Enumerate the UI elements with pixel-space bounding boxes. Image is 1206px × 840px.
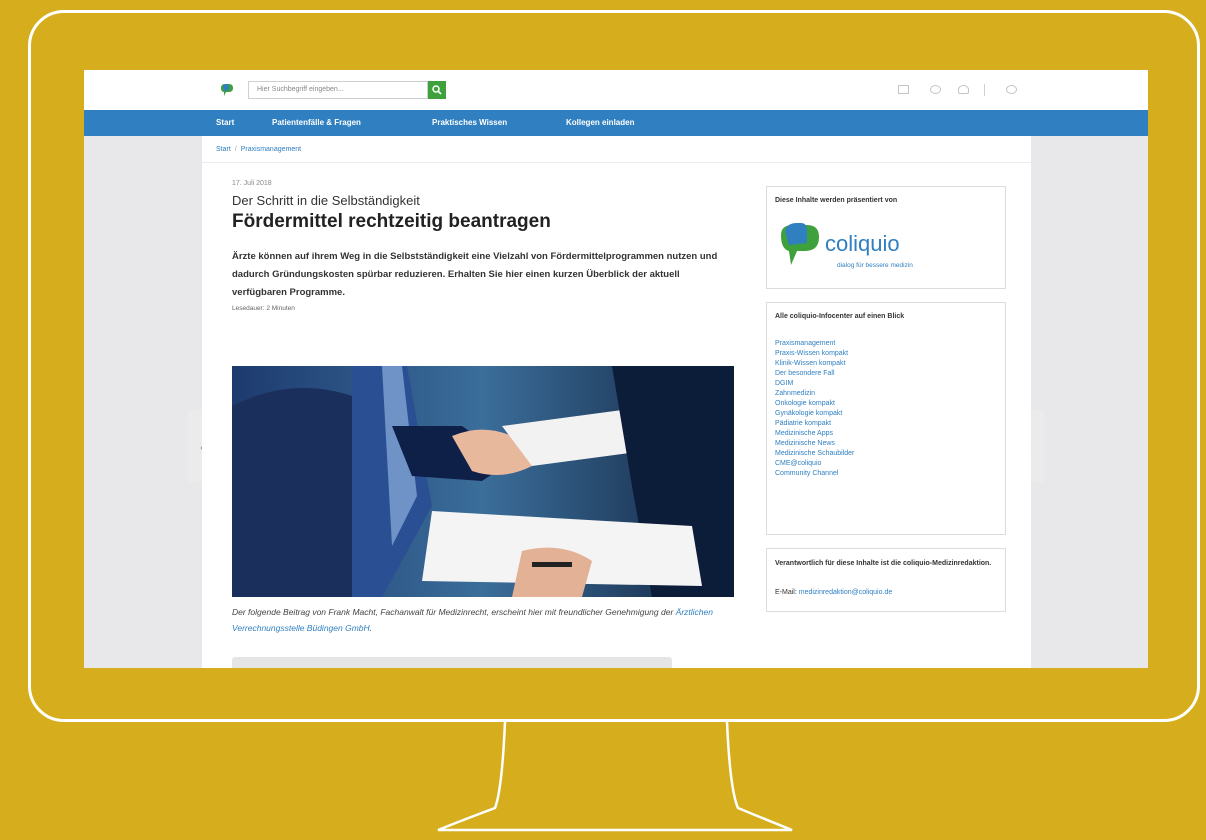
infocenter-link-list: Praxismanagement Praxis-Wissen kompakt K…	[775, 339, 854, 479]
article-card: Start / Praxismanagement 17. Juli 2018 Der…	[202, 136, 1031, 668]
infocenter-link[interactable]: Der besondere Fall	[775, 369, 854, 379]
article-kicker: Der Schritt in die Selbständigkeit	[232, 193, 420, 208]
responsible-text: Verantwortlich für diese Inhalte ist die…	[775, 560, 992, 567]
article-date: 17. Juli 2018	[232, 180, 272, 187]
settings-gear-icon[interactable]	[1006, 85, 1017, 94]
infocenter-box: Alle coliquio-Infocenter auf einen Blick…	[766, 302, 1006, 535]
image-caption: Der folgende Beitrag von Frank Macht, Fa…	[232, 604, 732, 636]
infocenter-link[interactable]: Gynäkologie kompakt	[775, 409, 854, 419]
responsible-box: Verantwortlich für diese Inhalte ist die…	[766, 548, 1006, 612]
infocenter-link[interactable]: CME@coliquio	[775, 459, 854, 469]
nav-item-kollegen-einladen[interactable]: Kollegen einladen	[566, 118, 634, 127]
coliquio-logo-large-icon[interactable]	[777, 221, 821, 269]
infocenter-link[interactable]: Onkologie kompakt	[775, 399, 854, 409]
search-icon	[432, 85, 442, 95]
breadcrumb-current[interactable]: Praxismanagement	[241, 146, 301, 153]
infocenter-link[interactable]: Praxismanagement	[775, 339, 854, 349]
notification-icon[interactable]	[930, 85, 941, 94]
read-time: Lesedauer: 2 Minuten	[232, 305, 295, 312]
infocenter-link[interactable]: Praxis-Wissen kompakt	[775, 349, 854, 359]
nav-item-patientenfaelle[interactable]: Patientenfälle & Fragen	[272, 118, 361, 127]
email-link[interactable]: medizinredaktion@coliquio.de	[799, 589, 893, 596]
infocenter-link[interactable]: DGIM	[775, 379, 854, 389]
toolbar-divider	[984, 84, 985, 96]
infocenter-link[interactable]: Medizinische News	[775, 439, 854, 449]
infocenter-link[interactable]: Klinik-Wissen kompakt	[775, 359, 854, 369]
infocenter-link[interactable]: Pädiatrie kompakt	[775, 419, 854, 429]
next-section-heading-placeholder	[232, 657, 672, 668]
divider	[202, 162, 1031, 163]
article-headline: Fördermittel rechtzeitig beantragen	[232, 211, 551, 232]
sponsor-tagline: dialog für bessere medizin	[837, 262, 913, 269]
mail-icon[interactable]	[898, 85, 909, 94]
infocenter-box-title: Alle coliquio-Infocenter auf einen Blick	[775, 313, 905, 320]
responsible-email-row: E-Mail: medizinredaktion@coliquio.de	[775, 589, 892, 596]
sponsor-box-title: Diese Inhalte werden präsentiert von	[775, 197, 898, 204]
breadcrumb-separator: /	[234, 146, 237, 153]
article-lead: Ärzte können auf ihrem Weg in die Selbst…	[232, 251, 718, 298]
breadcrumb-home-link[interactable]: Start	[216, 146, 231, 153]
caption-suffix: .	[369, 623, 373, 633]
coliquio-logo-icon[interactable]	[220, 83, 234, 97]
infocenter-link[interactable]: Medizinische Apps	[775, 429, 854, 439]
infocenter-link[interactable]: Medizinische Schaubilder	[775, 449, 854, 459]
top-bar: Hier Suchbegriff eingeben...	[84, 70, 1148, 110]
sponsor-box: Diese Inhalte werden präsentiert von col…	[766, 186, 1006, 289]
caption-text: Der folgende Beitrag von Frank Macht, Fa…	[232, 607, 674, 617]
email-label: E-Mail:	[775, 589, 797, 596]
infocenter-link[interactable]: Zahnmedizin	[775, 389, 854, 399]
browser-screen: Hier Suchbegriff eingeben... Start Patie…	[84, 70, 1148, 668]
nav-item-start[interactable]: Start	[216, 118, 234, 127]
sponsor-brand[interactable]: coliquio	[825, 231, 900, 257]
contacts-icon[interactable]	[958, 85, 969, 94]
nav-item-praktisches-wissen[interactable]: Praktisches Wissen	[432, 118, 507, 127]
user-toolbar	[894, 82, 1034, 98]
search-input[interactable]: Hier Suchbegriff eingeben...	[248, 81, 428, 99]
infocenter-link[interactable]: Community Channel	[775, 469, 854, 479]
main-navigation: Start Patientenfälle & Fragen Praktische…	[84, 110, 1148, 136]
handshake-photo	[232, 366, 734, 597]
search-button[interactable]	[428, 81, 446, 99]
breadcrumb: Start / Praxismanagement	[216, 146, 301, 153]
